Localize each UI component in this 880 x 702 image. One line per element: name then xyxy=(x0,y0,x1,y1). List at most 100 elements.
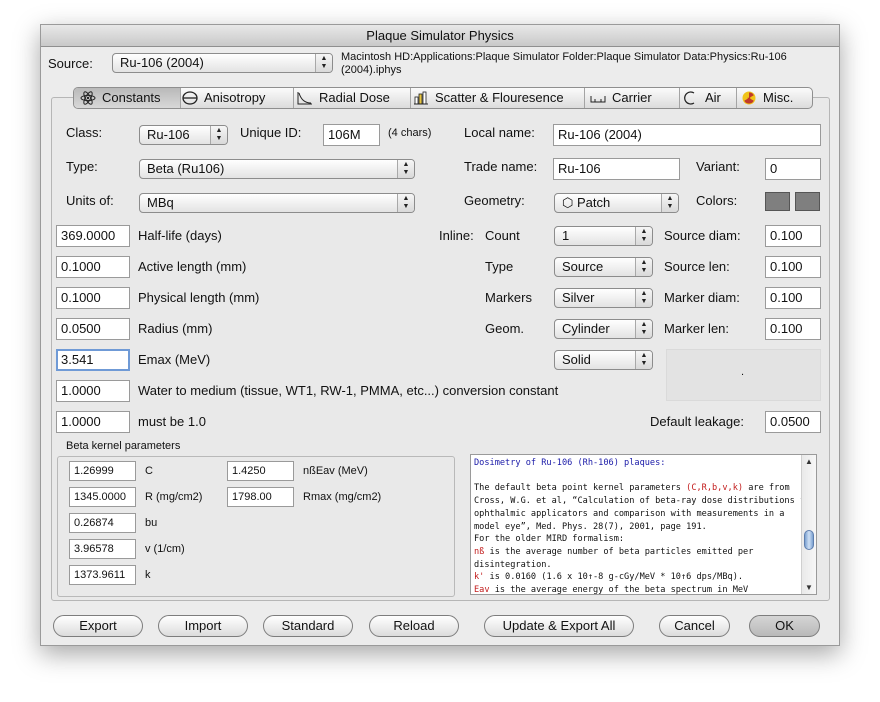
radial-dose-icon xyxy=(297,92,312,105)
marker-diam-field[interactable]: 0.100 xyxy=(765,287,821,309)
cancel-button[interactable]: Cancel xyxy=(659,615,730,637)
geometry-popup[interactable]: ⬡ Patch ▲ ▼ xyxy=(554,193,679,213)
active-length-field[interactable]: 0.1000 xyxy=(56,256,130,278)
anisotropy-icon xyxy=(182,91,198,105)
tab-carrier[interactable]: Carrier xyxy=(585,88,679,108)
tab-label: Misc. xyxy=(763,90,794,105)
tab-radial-dose[interactable]: Radial Dose xyxy=(294,88,410,108)
count-label: Count xyxy=(485,228,520,243)
source-diam-field[interactable]: 0.100 xyxy=(765,225,821,247)
water-conversion-field[interactable]: 1.0000 xyxy=(56,380,130,402)
inline-type-popup-value: Source xyxy=(562,259,604,274)
inline-type-popup[interactable]: Source ▲ ▼ xyxy=(554,257,653,277)
tab-air[interactable]: Air xyxy=(680,88,736,108)
scroll-down-arrow-icon[interactable]: ▼ xyxy=(802,581,816,594)
C-field[interactable]: 1.26999 xyxy=(69,461,136,481)
import-button[interactable]: Import xyxy=(158,615,248,637)
scroll-thumb[interactable] xyxy=(804,530,814,550)
count-popup-value: 1 xyxy=(562,228,570,243)
marker-len-label: Marker len: xyxy=(664,321,730,336)
tab-constants[interactable]: Constants xyxy=(74,88,180,108)
source-popup[interactable]: Ru-106 (2004) ▲ ▼ xyxy=(112,53,333,73)
inline-type-label: Type xyxy=(485,259,514,274)
physics-window: Plaque Simulator Physics Source: Ru-106 … xyxy=(40,24,840,646)
Rmax-field[interactable]: 1798.00 xyxy=(227,487,294,507)
standard-button[interactable]: Standard xyxy=(263,615,353,637)
geometry-label: Geometry: xyxy=(464,193,525,208)
markers-popup-value: Silver xyxy=(562,290,595,305)
popup-arrows-icon: ▲ ▼ xyxy=(210,126,227,144)
radius-field[interactable]: 0.0500 xyxy=(56,318,130,340)
class-popup[interactable]: Ru-106 ▲ ▼ xyxy=(139,125,228,145)
source-path-line1: Macintosh HD:Applications:Plaque Simulat… xyxy=(341,51,787,63)
nbEav-label: nßEav (MeV) xyxy=(303,465,368,477)
geom-popup[interactable]: Cylinder ▲ ▼ xyxy=(554,319,653,339)
emax-label: Emax (MeV) xyxy=(138,352,211,367)
type-label: Type: xyxy=(66,159,98,174)
v-field[interactable]: 3.96578 xyxy=(69,539,136,559)
notes-text: is 0.0160 (1.6 x 10↑-8 g-cGy/MeV * 10↑6 … xyxy=(484,572,744,583)
inline-label: Inline: xyxy=(439,228,474,243)
type-popup[interactable]: Beta (Ru106) ▲ ▼ xyxy=(139,159,415,179)
notes-text: The default beta point kernel parameters xyxy=(474,483,687,494)
tab-anisotropy[interactable]: Anisotropy xyxy=(181,88,293,108)
notes-line: disintegration. xyxy=(474,559,552,570)
units-popup[interactable]: MBq ▲ ▼ xyxy=(139,193,415,213)
physical-length-label: Physical length (mm) xyxy=(138,290,260,305)
local-name-field[interactable]: Ru-106 (2004) xyxy=(553,124,821,146)
notes-scrollbar[interactable]: ▲ ▼ xyxy=(801,455,816,594)
water-conversion-label: Water to medium (tissue, WT1, RW-1, PMMA… xyxy=(138,383,559,398)
geom-label: Geom. xyxy=(485,321,525,336)
source-label: Source: xyxy=(48,56,93,71)
nbEav-field[interactable]: 1.4250 xyxy=(227,461,294,481)
reload-button[interactable]: Reload xyxy=(369,615,459,637)
popup-arrows-icon: ▲ ▼ xyxy=(635,227,652,245)
tab-label: Constants xyxy=(102,90,161,105)
marker-len-field[interactable]: 0.100 xyxy=(765,318,821,340)
variant-label: Variant: xyxy=(696,159,740,174)
class-label: Class: xyxy=(66,125,103,140)
Rmax-label: Rmax (mg/cm2) xyxy=(303,491,382,503)
color-swatch-1[interactable] xyxy=(765,192,790,211)
tab-scatter[interactable]: Scatter & Flouresence xyxy=(411,88,584,108)
source-len-field[interactable]: 0.100 xyxy=(765,256,821,278)
half-life-field[interactable]: 369.0000 xyxy=(56,225,130,247)
color-swatch-2[interactable] xyxy=(795,192,820,211)
notes-textarea[interactable]: Dosimetry of Ru-106 (Rh-106) plaques: Th… xyxy=(470,454,817,595)
geometry-preview: . xyxy=(666,349,821,401)
variant-field[interactable]: 0 xyxy=(765,158,821,180)
update-export-all-button[interactable]: Update & Export All xyxy=(484,615,634,637)
export-button[interactable]: Export xyxy=(53,615,143,637)
local-name-label: Local name: xyxy=(464,125,535,140)
popup-arrows-icon: ▲ ▼ xyxy=(397,160,414,178)
solid-popup[interactable]: Solid ▲ ▼ xyxy=(554,350,653,370)
window-title: Plaque Simulator Physics xyxy=(41,25,839,47)
markers-popup[interactable]: Silver ▲ ▼ xyxy=(554,288,653,308)
R-field[interactable]: 1345.0000 xyxy=(69,487,136,507)
notes-highlight: Eav xyxy=(474,585,490,595)
notes-line: model eye”, Med. Phys. 28(7), 2001, page… xyxy=(474,521,707,532)
notes-highlight: k' xyxy=(474,572,485,583)
source-diam-label: Source diam: xyxy=(664,228,741,243)
scroll-up-arrow-icon[interactable]: ▲ xyxy=(802,455,816,468)
default-leakage-field[interactable]: 0.0500 xyxy=(765,411,821,433)
notes-blank-line xyxy=(474,470,799,483)
popup-arrows-icon: ▲ ▼ xyxy=(635,351,652,369)
notes-line: k' is 0.0160 (1.6 x 10↑-8 g-cGy/MeV * 10… xyxy=(474,571,799,584)
ok-button[interactable]: OK xyxy=(749,615,820,637)
popup-arrows-icon: ▲ ▼ xyxy=(635,320,652,338)
tab-misc[interactable]: Misc. xyxy=(737,88,813,108)
unique-id-field[interactable]: 106M xyxy=(323,124,380,146)
emax-field[interactable]: 3.541 xyxy=(56,349,130,371)
trade-name-field[interactable]: Ru-106 xyxy=(553,158,680,180)
active-length-label: Active length (mm) xyxy=(138,259,247,274)
count-popup[interactable]: 1 ▲ ▼ xyxy=(554,226,653,246)
k-field[interactable]: 1373.9611 xyxy=(69,565,136,585)
must-be-one-field[interactable]: 1.0000 xyxy=(56,411,130,433)
popup-arrows-icon: ▲ ▼ xyxy=(635,258,652,276)
physical-length-field[interactable]: 0.1000 xyxy=(56,287,130,309)
bu-field[interactable]: 0.26874 xyxy=(69,513,136,533)
type-popup-value: Beta (Ru106) xyxy=(147,161,225,176)
C-label: C xyxy=(145,465,153,477)
radius-label: Radius (mm) xyxy=(138,321,213,336)
